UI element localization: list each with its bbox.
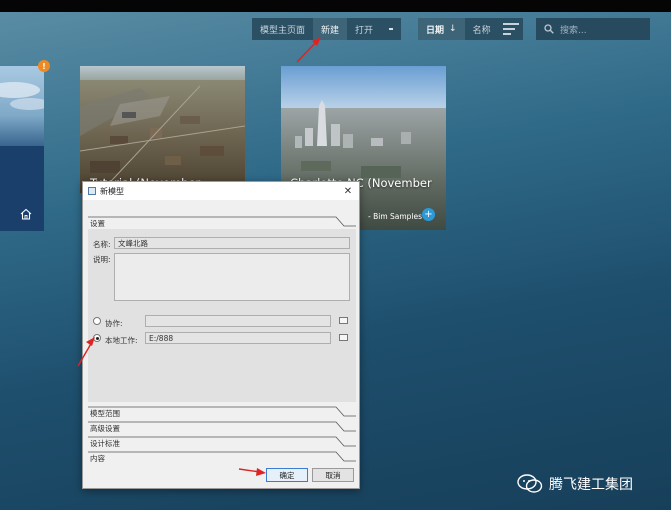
watermark-text: 腾飞建工集团 <box>549 477 633 493</box>
section-design-standard[interactable]: 设计标准 <box>88 436 356 451</box>
section-content[interactable]: 内容 <box>88 451 356 466</box>
section-tab-shape <box>88 406 356 417</box>
description-input[interactable] <box>114 253 350 301</box>
sort-date-label: 日期 <box>426 25 445 36</box>
top-black-bar <box>0 0 671 12</box>
ok-button[interactable]: 确定 <box>266 468 308 482</box>
tab-open[interactable]: 打开 <box>347 18 381 40</box>
search-placeholder: 搜索... <box>560 25 587 36</box>
section-design-standard-label: 设计标准 <box>90 439 120 448</box>
sort-down-arrow-icon: ↓ <box>449 24 457 34</box>
local-path-input[interactable]: E:/888 <box>145 332 331 344</box>
section-model-range[interactable]: 模型范围 <box>88 406 356 421</box>
section-tab-shape <box>88 436 356 447</box>
toolbar-mode-group: 模型主页面 新建 打开 <box>252 18 402 40</box>
ocean-thumbnail <box>0 82 44 231</box>
cloud-upload-icon[interactable]: + <box>422 208 435 221</box>
section-tab-shape <box>88 451 356 462</box>
name-input[interactable]: 文峰北路 <box>114 237 350 249</box>
sort-by-date-button[interactable]: 日期 ↓ <box>418 18 465 40</box>
collab-label: 协作: <box>105 319 123 328</box>
local-folder-icon[interactable] <box>339 334 348 341</box>
name-label: 名称: <box>93 240 111 249</box>
card-subtitle-charlotte: - Bim Samples <box>368 212 423 221</box>
section-advanced[interactable]: 高级设置 <box>88 421 356 436</box>
dialog-title: 新模型 <box>100 186 124 196</box>
section-model-range-label: 模型范围 <box>90 409 120 418</box>
home-icon[interactable] <box>20 208 32 220</box>
name-value: 文峰北路 <box>118 238 148 248</box>
tab-new[interactable]: 新建 <box>313 18 348 40</box>
dialog-title-bar: 新模型 <box>83 182 359 200</box>
section-tab-shape <box>88 421 356 432</box>
minus-button[interactable] <box>381 18 401 40</box>
toolbar-sort-group: 日期 ↓ 名称 <box>418 18 523 40</box>
app-icon <box>88 187 96 195</box>
sort-by-name-button[interactable]: 名称 <box>465 18 499 40</box>
new-model-dialog: 新模型 ✕ 设置 名称: 文峰北路 说明: 协作: 本地工作: E:/888 模… <box>82 181 360 489</box>
settings-panel: 名称: 文峰北路 说明: 协作: 本地工作: E:/888 <box>88 229 356 402</box>
tab-model-home[interactable]: 模型主页面 <box>252 18 313 40</box>
warning-badge: ! <box>38 60 50 72</box>
watermark: 腾飞建工集团 <box>517 474 633 494</box>
model-card-left[interactable] <box>0 66 44 231</box>
section-settings-label: 设置 <box>90 219 105 228</box>
collab-folder-icon[interactable] <box>339 317 348 324</box>
arrow-to-new <box>296 37 321 63</box>
section-advanced-label: 高级设置 <box>90 424 120 433</box>
search-input[interactable]: 搜索... <box>536 18 650 40</box>
collab-input[interactable] <box>145 315 331 327</box>
model-card-tutorial[interactable]: Tutorial (November <box>80 66 245 193</box>
local-path-value: E:/888 <box>149 333 174 343</box>
cancel-button[interactable]: 取消 <box>312 468 354 482</box>
wechat-icon <box>517 474 543 493</box>
sort-order-icon[interactable] <box>499 18 523 40</box>
local-work-radio[interactable] <box>93 334 101 342</box>
collab-radio[interactable] <box>93 317 101 325</box>
close-icon[interactable]: ✕ <box>341 184 355 198</box>
local-work-label: 本地工作: <box>105 336 138 345</box>
section-content-label: 内容 <box>90 454 105 463</box>
search-icon <box>544 24 554 34</box>
minus-icon <box>389 28 394 30</box>
city-aerial-thumbnail <box>80 66 245 193</box>
description-label: 说明: <box>93 255 111 264</box>
